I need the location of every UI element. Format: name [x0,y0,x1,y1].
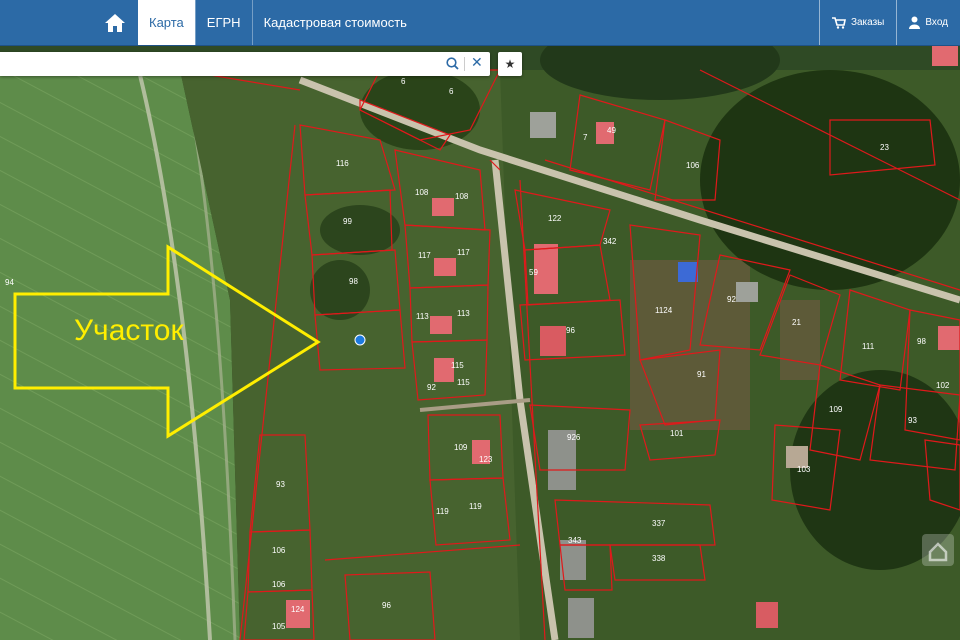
annotation-label: Участок [74,314,184,347]
parcel-label: 92 [427,383,436,392]
parcel-label: 106 [686,161,700,170]
parcel-label: 119 [469,502,482,511]
parcel-label: 109 [454,443,468,452]
parcel-label: 106 [272,580,286,589]
tab-map[interactable]: Карта [138,0,195,45]
parcel-label: 103 [797,465,811,474]
parcel-label: 93 [276,480,285,489]
parcel-label: 119 [436,507,449,516]
parcel-label: 926 [567,433,581,442]
parcel-label: 91 [697,370,706,379]
parcel-label: 23 [880,143,889,152]
parcel-label: 122 [548,214,562,223]
home-icon [105,13,125,32]
tab-egrn[interactable]: ЕГРН [194,0,252,45]
watermark-logo [922,534,954,566]
satellite-map[interactable]: 6 6 7 49 106 23 116 108 108 99 122 342 1… [0,0,960,640]
orders-label: Заказы [850,17,885,28]
tab-cadastral-value[interactable]: Кадастровая стоимость [251,0,418,45]
parcel-label: 98 [917,337,926,346]
parcel-label: 21 [792,318,801,327]
orders-button[interactable]: Заказы [818,0,896,45]
star-icon: ★ [504,57,516,71]
parcel-label: 98 [349,277,358,286]
parcel-label: 7 [583,133,588,142]
parcel-label: 94 [5,278,14,287]
parcel-label: 109 [829,405,843,414]
cart-icon [831,16,846,29]
parcel-label: 108 [415,188,429,197]
search-icon[interactable] [446,57,459,70]
parcel-label: 124 [291,605,305,614]
parcel-label: 117 [418,251,431,260]
parcel-label: 102 [936,381,950,390]
parcel-label: 93 [908,416,917,425]
search-divider [464,57,465,71]
map-view[interactable]: { "nav": { "home_icon": "home-icon", "ta… [0,0,960,640]
top-navbar: Карта ЕГРН Кадастровая стоимость Заказы … [0,0,960,46]
parcel-label: 99 [343,217,352,226]
parcel-label: 116 [336,159,349,168]
tree-cluster [310,260,370,320]
parcel-label: 123 [479,455,493,464]
search-bar: ✕ [0,52,490,76]
parcel-label: 111 [862,342,875,351]
search-input[interactable] [6,55,430,75]
parcel-label: 96 [382,601,391,610]
parcel-label: 117 [457,248,470,257]
parcel-label: 92 [727,295,736,304]
parcel-label: 113 [457,309,470,318]
user-icon [909,16,921,29]
parcel-label: 113 [416,312,429,321]
selected-point-marker[interactable] [354,334,366,346]
parcel-label: 106 [272,546,286,555]
home-button[interactable] [92,0,138,45]
parcel-label: 108 [455,192,469,201]
parcel-label: 96 [566,326,575,335]
parcel-label: 105 [272,622,286,631]
parcel-label: 6 [401,77,406,86]
parcel-label: 115 [457,378,470,387]
parcel-label: 342 [603,237,617,246]
parcel-label: 59 [529,268,538,277]
parcel-label: 338 [652,554,666,563]
login-button[interactable]: Вход [896,0,960,45]
garden-plot [780,300,820,380]
favorites-button[interactable]: ★ [498,52,522,76]
parcel-label: 49 [607,126,616,135]
tree-cluster [320,205,400,255]
parcel-label: 6 [449,87,454,96]
parcel-label: 115 [451,361,464,370]
parcel-label: 1124 [655,306,673,315]
parcel-label: 101 [670,429,684,438]
clear-icon[interactable]: ✕ [471,54,483,71]
parcel-label: 343 [568,536,582,545]
login-label: Вход [925,17,948,28]
parcel-label: 337 [652,519,666,528]
